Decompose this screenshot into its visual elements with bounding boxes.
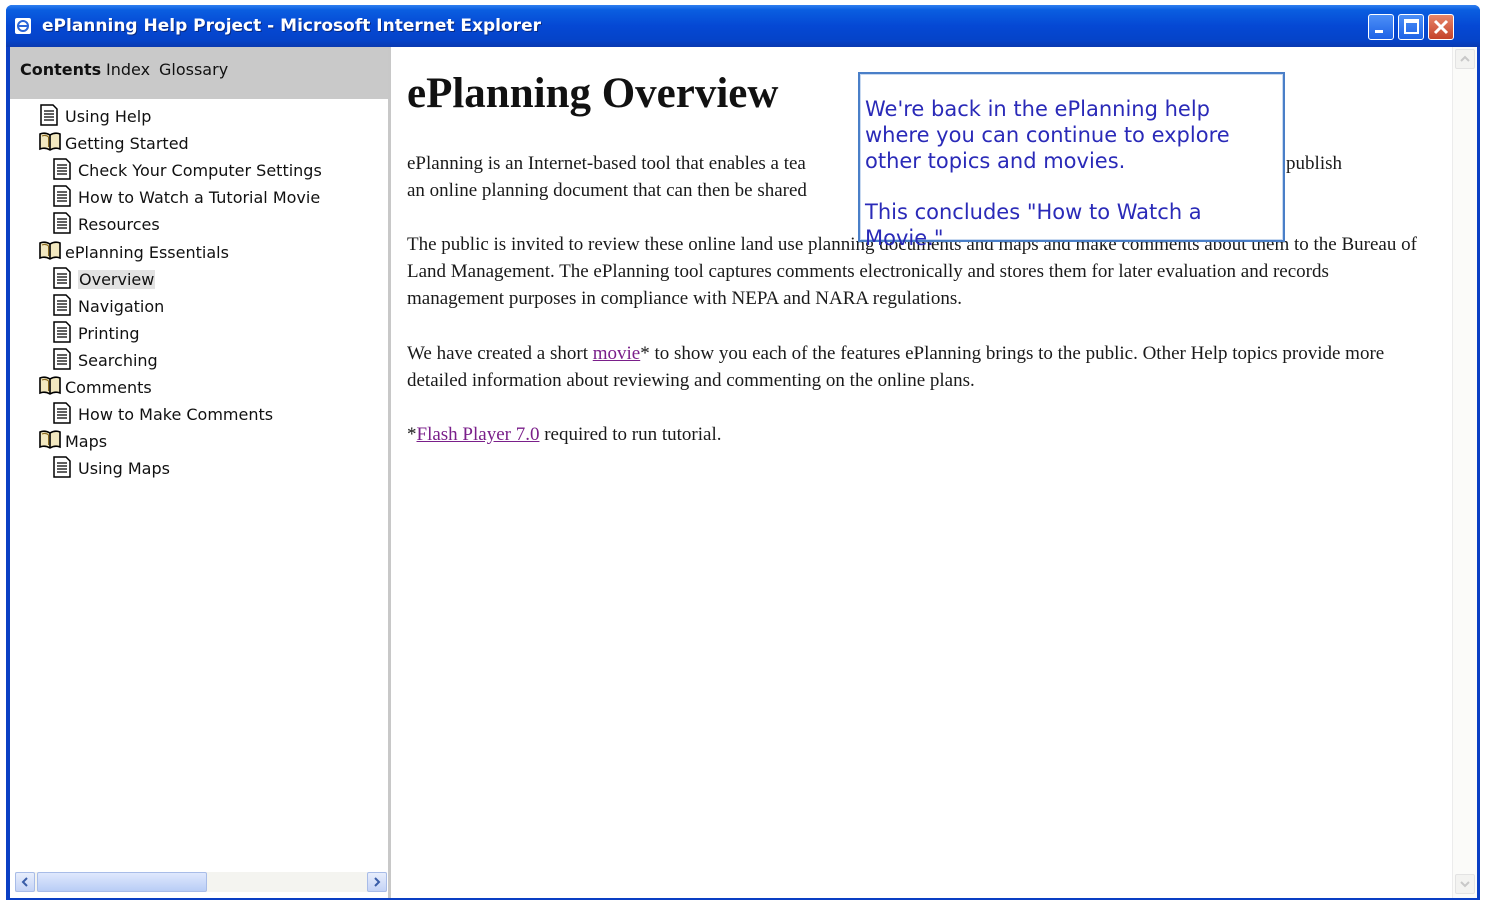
tree-item-label: How to Watch a Tutorial Movie	[78, 188, 321, 207]
chevron-down-icon	[1460, 881, 1470, 888]
tree-item-label: Printing	[78, 324, 140, 343]
maximize-button[interactable]	[1398, 14, 1424, 40]
tree-item-label: How to Make Comments	[78, 405, 274, 424]
chevron-right-icon	[374, 877, 381, 887]
intro-text-a: ePlanning is an Internet-based tool that…	[407, 153, 806, 174]
book-icon	[39, 429, 61, 451]
minimize-icon	[1375, 30, 1383, 33]
document-icon	[52, 321, 72, 343]
document-icon	[52, 348, 72, 370]
document-icon	[52, 185, 72, 207]
callout-conclusion: This concludes "How to Watch a Movie."	[865, 200, 1202, 250]
chevron-up-icon	[1460, 55, 1470, 62]
tree-item-label: ePlanning Essentials	[65, 243, 229, 262]
minimize-button[interactable]	[1368, 14, 1394, 40]
document-icon	[39, 104, 59, 126]
document-icon	[52, 158, 72, 180]
movie-text-pre: We have created a short	[407, 343, 593, 364]
tree-item-label: Using Help	[65, 107, 152, 126]
flash-player-link[interactable]: Flash Player 7.0	[417, 424, 540, 445]
callout-message: We're back in the ePlanning help where y…	[865, 97, 1230, 173]
document-icon	[52, 212, 72, 234]
flash-note: *Flash Player 7.0 required to run tutori…	[407, 421, 1427, 448]
horizontal-scrollbar[interactable]	[15, 872, 387, 892]
book-icon	[39, 131, 61, 153]
scroll-thumb[interactable]	[37, 872, 207, 892]
tab-contents[interactable]: Contents	[20, 60, 101, 79]
scroll-right-button[interactable]	[367, 872, 387, 892]
internet-explorer-icon	[15, 18, 31, 34]
document-icon	[52, 402, 72, 424]
intro-text-c: an online planning document that can the…	[407, 180, 807, 201]
tab-index[interactable]: Index	[106, 60, 150, 79]
tree-item-label: Comments	[65, 378, 152, 397]
document-icon	[52, 294, 72, 316]
page-title: ePlanning Overview	[407, 70, 779, 117]
flash-note-star: *	[407, 424, 417, 445]
book-icon	[39, 240, 61, 262]
maximize-icon	[1404, 19, 1419, 34]
navigation-pane: Contents Index Glossary Using Help Gettin…	[10, 47, 391, 898]
scroll-left-button[interactable]	[15, 872, 35, 892]
title-bar[interactable]: ePlanning Help Project - Microsoft Inter…	[6, 5, 1480, 47]
scroll-down-button[interactable]	[1455, 874, 1475, 894]
tree-item-label: Overview	[78, 270, 156, 289]
book-icon	[39, 375, 61, 397]
chevron-left-icon	[21, 877, 28, 887]
close-button[interactable]	[1428, 14, 1454, 40]
movie-paragraph: We have created a short movie* to show y…	[407, 340, 1427, 394]
tree-item-label: Maps	[65, 432, 108, 451]
vertical-scrollbar[interactable]	[1452, 47, 1477, 898]
tree-item-label: Resources	[78, 215, 160, 234]
tree-item-label: Searching	[78, 351, 158, 370]
tab-glossary[interactable]: Glossary	[159, 60, 228, 79]
tree-item-label: Navigation	[78, 297, 165, 316]
document-icon	[52, 267, 72, 289]
tutorial-callout: We're back in the ePlanning help where y…	[858, 72, 1285, 250]
nav-tab-bar: Contents Index Glossary	[10, 47, 388, 99]
scroll-up-button[interactable]	[1455, 49, 1475, 69]
tree-item-label: Getting Started	[65, 134, 189, 153]
window-title: ePlanning Help Project - Microsoft Inter…	[42, 16, 541, 36]
tree-item-label: Using Maps	[78, 459, 170, 478]
document-icon	[52, 456, 72, 478]
flash-note-text: required to run tutorial.	[539, 424, 722, 445]
close-icon	[1433, 19, 1449, 35]
movie-link[interactable]: movie	[593, 343, 641, 364]
tree-item-label: Check Your Computer Settings	[78, 161, 322, 180]
